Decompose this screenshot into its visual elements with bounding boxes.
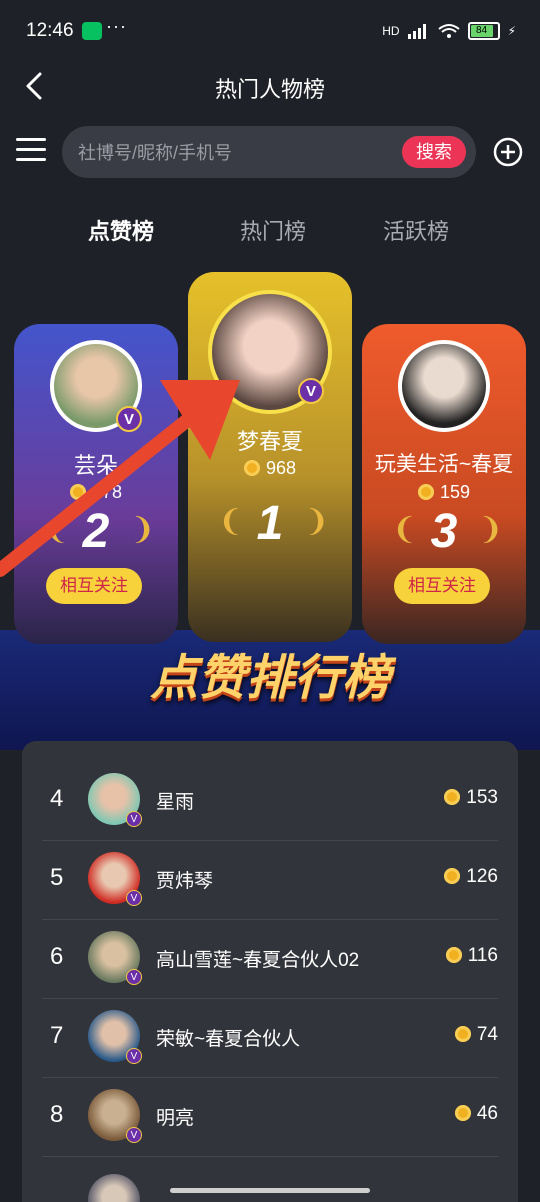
like-coin-icon	[444, 868, 461, 884]
score: 74	[454, 1024, 498, 1046]
list-item[interactable]: 5 V 贾炜琴 126	[42, 840, 498, 920]
list-item-partial[interactable]	[42, 1156, 498, 1202]
menu-icon[interactable]	[16, 138, 46, 162]
user-name: 荣敏~春夏合伙人	[156, 1029, 301, 1050]
user-name: 高山雪莲~春夏合伙人02	[156, 950, 360, 971]
vip-badge: V	[126, 890, 142, 906]
user-name: 贾炜琴	[156, 871, 214, 892]
tab-likes[interactable]: 点赞榜	[88, 214, 154, 246]
ranking-tabs: 点赞榜 热门榜 活跃榜	[0, 210, 540, 250]
laurel-right-icon: ❩	[304, 505, 330, 538]
rank-number: 5	[50, 864, 64, 891]
vip-badge: V	[126, 969, 142, 985]
score: 116	[445, 945, 498, 967]
rank-number: 6	[50, 943, 64, 970]
avatar[interactable]	[88, 1174, 140, 1202]
avatar[interactable]	[398, 340, 490, 432]
laurel-right-icon: ❩	[478, 513, 504, 546]
follow-button[interactable]: 相互关注	[394, 568, 490, 604]
list-item[interactable]: 4 V 星雨 153	[42, 761, 498, 841]
nav-header: 热门人物榜	[0, 64, 540, 108]
list-item[interactable]: 7 V 荣敏~春夏合伙人 74	[42, 998, 498, 1078]
podium-name: 玩美生活~春夏	[374, 453, 514, 476]
tab-active[interactable]: 活跃榜	[383, 214, 449, 246]
vip-badge: V	[298, 378, 324, 404]
network-label: HD	[382, 24, 400, 38]
status-time: 12:46	[26, 20, 74, 41]
score: 153	[444, 787, 498, 809]
add-icon[interactable]	[493, 137, 523, 167]
score: 126	[444, 866, 498, 888]
like-coin-icon	[444, 789, 461, 805]
tab-popular[interactable]: 热门榜	[240, 214, 306, 246]
rank-number: 4	[50, 785, 64, 812]
ranking-list: 4 V 星雨 153 5 V 贾炜琴 126 6 V 高山雪莲~春夏合伙人02 …	[22, 741, 518, 1202]
battery-level: 84	[470, 25, 493, 37]
rank-number: 7	[50, 1022, 64, 1049]
podium-likes: 159	[362, 482, 526, 503]
likes-count: 968	[265, 458, 297, 478]
like-coin-icon	[417, 484, 434, 500]
status-bar: 12:46 ··· HD 84 ⚡	[0, 0, 540, 64]
battery-icon: 84	[467, 22, 500, 40]
ranking-banner: 点赞排行榜	[149, 652, 390, 705]
wifi-icon	[437, 24, 460, 38]
score: 46	[454, 1103, 498, 1125]
vip-badge: V	[126, 1127, 142, 1143]
list-item[interactable]: 6 V 高山雪莲~春夏合伙人02 116	[42, 919, 498, 999]
search-input[interactable]	[76, 138, 380, 168]
charging-icon: ⚡	[507, 24, 516, 38]
search-row: 搜索	[0, 124, 540, 180]
annotation-arrow-icon	[0, 380, 240, 577]
status-right: HD 84 ⚡	[382, 20, 516, 42]
vip-badge: V	[126, 811, 142, 827]
like-coin-icon	[445, 947, 462, 963]
vip-badge: V	[126, 1048, 142, 1064]
likes-count: 159	[439, 482, 471, 502]
home-indicator[interactable]	[170, 1188, 370, 1193]
search-button[interactable]: 搜索	[402, 136, 466, 168]
list-item[interactable]: 8 V 明亮 46	[42, 1077, 498, 1157]
wechat-icon	[82, 22, 102, 40]
user-name: 星雨	[156, 792, 195, 813]
like-coin-icon	[454, 1105, 471, 1121]
user-name: 明亮	[156, 1108, 195, 1129]
like-coin-icon	[454, 1026, 471, 1042]
podium-card-third[interactable]: 玩美生活~春夏 159 ❨ 3 ❩ 相互关注	[362, 324, 526, 644]
search-box: 搜索	[62, 126, 476, 178]
signal-icon	[407, 24, 426, 39]
more-notifications-icon: ···	[106, 16, 127, 36]
rank-number: 8	[50, 1101, 64, 1128]
page-title: 热门人物榜	[214, 77, 325, 102]
